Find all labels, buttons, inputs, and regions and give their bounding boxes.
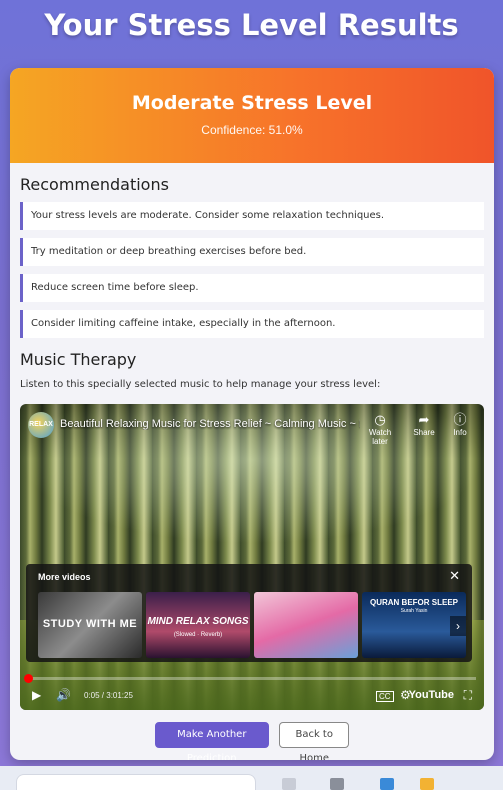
- thumbnail-text: QURAN BEFOR SLEEP: [369, 598, 458, 607]
- share-button[interactable]: ➦ Share: [404, 412, 444, 437]
- taskbar-app-icon[interactable]: [420, 778, 434, 790]
- captions-button[interactable]: CC: [376, 691, 394, 702]
- video-controls-bar: ▶ 🔊 0:05 / 3:01:25 CC ⚙ YouTube ⛶: [20, 682, 484, 710]
- fullscreen-icon[interactable]: ⛶: [464, 688, 472, 703]
- watch-later-label: Watch later: [368, 428, 392, 446]
- close-icon[interactable]: ✕: [449, 568, 460, 584]
- recommendation-item: Consider limiting caffeine intake, espec…: [20, 310, 484, 338]
- related-video-thumbnail[interactable]: MIND RELAX SONGS (Slowed · Reverb): [146, 592, 250, 658]
- taskbar-app-icon[interactable]: [330, 778, 344, 790]
- stress-level-label: Moderate Stress Level: [131, 92, 373, 114]
- taskbar-app-icon[interactable]: [282, 778, 296, 790]
- action-buttons: Make Another Prediction Back to Home: [10, 722, 494, 760]
- recommendation-item: Your stress levels are moderate. Conside…: [20, 202, 484, 230]
- recommendations-heading: Recommendations: [20, 175, 169, 194]
- thumbnail-subtext: Surah Yasin: [400, 608, 428, 614]
- taskbar-app-icon[interactable]: [380, 778, 394, 790]
- share-label: Share: [413, 428, 435, 437]
- video-time-display: 0:05 / 3:01:25: [84, 691, 133, 700]
- watch-later-button[interactable]: ◷ Watch later: [360, 412, 400, 446]
- page-title: Your Stress Level Results: [44, 8, 459, 42]
- recommendations-list: Your stress levels are moderate. Conside…: [10, 202, 494, 338]
- music-therapy-description: Listen to this specially selected music …: [20, 379, 381, 390]
- taskbar-search-box[interactable]: [16, 774, 256, 790]
- thumbnail-text: MIND RELAX SONGS: [147, 616, 249, 627]
- more-videos-panel: More videos ✕ STUDY WITH ME MIND RELAX S…: [26, 564, 472, 662]
- share-arrow-icon: ➦: [418, 412, 430, 427]
- thumbnail-subtext: (Slowed · Reverb): [173, 632, 223, 638]
- chevron-right-icon[interactable]: ›: [450, 616, 466, 636]
- video-title-link[interactable]: Beautiful Relaxing Music for Stress Reli…: [60, 418, 360, 430]
- info-label: Info: [453, 428, 467, 437]
- channel-logo[interactable]: RELAX: [28, 412, 54, 438]
- confidence-label: Confidence: 51.0%: [201, 123, 303, 137]
- more-videos-title: More videos: [38, 572, 91, 582]
- info-button[interactable]: ⓘ Info: [440, 412, 480, 437]
- clock-icon: ◷: [374, 412, 386, 427]
- results-card: Moderate Stress Level Confidence: 51.0% …: [10, 68, 494, 760]
- related-video-thumbnail[interactable]: STUDY WITH ME: [38, 592, 142, 658]
- music-therapy-heading: Music Therapy: [20, 350, 137, 369]
- related-video-thumbnail[interactable]: [254, 592, 358, 658]
- recommendation-item: Reduce screen time before sleep.: [20, 274, 484, 302]
- video-progress-bar[interactable]: [24, 674, 476, 683]
- youtube-video-player[interactable]: RELAX Beautiful Relaxing Music for Stres…: [20, 404, 484, 710]
- os-taskbar: [0, 766, 503, 790]
- thumbnail-text: STUDY WITH ME: [42, 618, 138, 630]
- volume-icon[interactable]: 🔊: [56, 688, 71, 702]
- info-icon: ⓘ: [453, 412, 467, 427]
- make-another-prediction-button[interactable]: Make Another Prediction: [154, 722, 269, 760]
- play-icon[interactable]: ▶: [32, 688, 41, 702]
- recommendation-item: Try meditation or deep breathing exercis…: [20, 238, 484, 266]
- stress-result-banner: Moderate Stress Level Confidence: 51.0%: [10, 68, 494, 163]
- back-to-home-button[interactable]: Back to Home: [279, 722, 350, 760]
- youtube-logo[interactable]: YouTube: [409, 689, 454, 701]
